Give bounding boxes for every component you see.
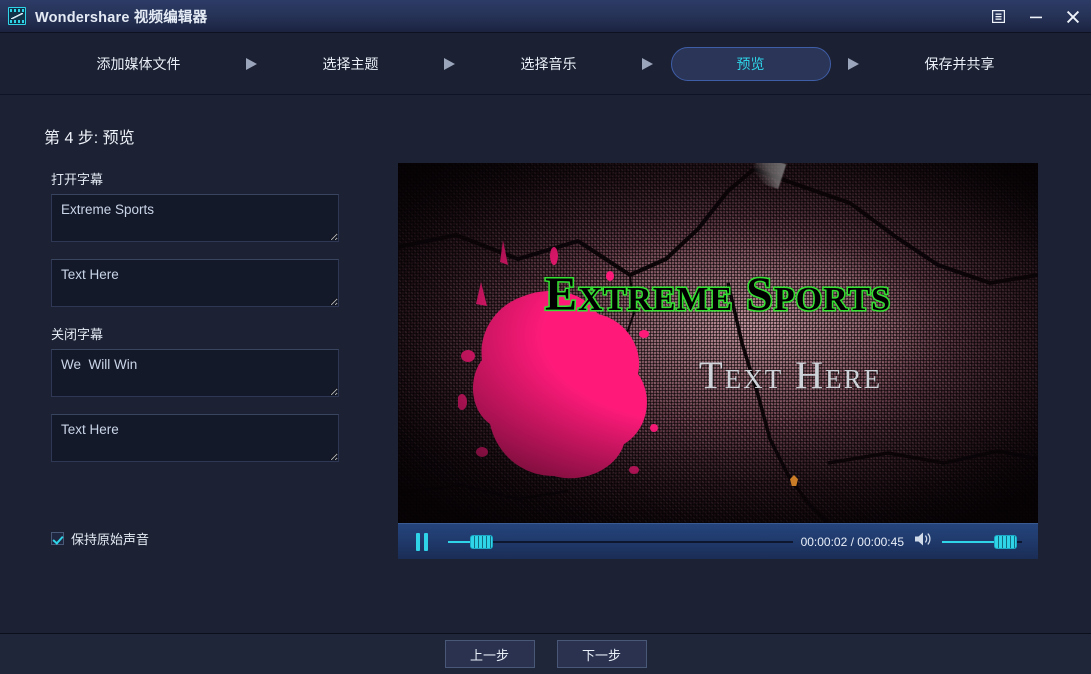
speaker-icon[interactable] xyxy=(913,531,939,552)
video-vignette xyxy=(398,163,1038,523)
video-preview[interactable]: Extreme Sports Text Here xyxy=(398,163,1038,523)
close-icon[interactable] xyxy=(1054,0,1091,33)
window-controls xyxy=(980,0,1091,33)
step-save-share[interactable]: 保存并共享 xyxy=(913,54,1007,74)
overlay-subtitle: Text Here xyxy=(698,354,883,397)
open-subtitle-line2-input[interactable] xyxy=(51,259,339,307)
step-navigation: 添加媒体文件 选择主题 选择音乐 预览 保存并共享 xyxy=(0,33,1091,95)
window-title: Wondershare 视频编辑器 xyxy=(35,9,208,26)
menu-icon[interactable] xyxy=(980,0,1017,33)
seek-fill xyxy=(448,540,470,543)
step-select-music[interactable]: 选择音乐 xyxy=(509,54,589,74)
overlay-title: Extreme Sports xyxy=(543,267,892,323)
keep-original-audio-checkbox[interactable]: 保持原始声音 xyxy=(51,529,149,548)
step-arrow-icon xyxy=(427,56,473,71)
step-select-theme[interactable]: 选择主题 xyxy=(311,54,391,74)
timecode-display: 00:00:02 / 00:00:45 xyxy=(800,534,904,549)
app-window: Wondershare 视频编辑器 添加媒体文件 选择主题 选择音乐 预览 保存… xyxy=(0,0,1091,674)
volume-handle[interactable] xyxy=(994,534,1017,549)
player-controls: 00:00:02 / 00:00:45 xyxy=(398,523,1038,559)
volume-slider[interactable] xyxy=(942,533,1022,551)
content-area: 第 4 步: 预览 打开字幕 关闭字幕 保持原始声音 xyxy=(0,95,1091,633)
open-subtitle-label: 打开字幕 xyxy=(51,172,104,187)
seek-slider[interactable] xyxy=(448,533,793,551)
next-step-button[interactable]: 下一步 xyxy=(556,640,647,668)
pause-icon[interactable] xyxy=(416,532,442,551)
filmstrip-icon xyxy=(8,7,26,25)
close-subtitle-line1-input[interactable] xyxy=(51,349,339,397)
minimize-icon[interactable] xyxy=(1017,0,1054,33)
checkbox-box[interactable] xyxy=(51,532,64,545)
step-arrow-icon xyxy=(831,56,877,71)
previous-step-button[interactable]: 上一步 xyxy=(444,640,535,668)
video-player: Extreme Sports Text Here 00:00:02 / 00:0… xyxy=(398,163,1038,657)
seek-handle[interactable] xyxy=(470,534,493,549)
title-bar: Wondershare 视频编辑器 xyxy=(0,0,1091,33)
footer-bar: 上一步 下一步 xyxy=(0,633,1091,674)
page-title: 第 4 步: 预览 xyxy=(44,130,135,147)
subtitle-panel: 打开字幕 关闭字幕 xyxy=(51,169,339,479)
keep-original-audio-label: 保持原始声音 xyxy=(71,532,150,547)
seek-track[interactable] xyxy=(448,540,793,543)
step-arrow-icon xyxy=(229,56,275,71)
step-preview[interactable]: 预览 xyxy=(670,46,831,81)
close-subtitle-line2-input[interactable] xyxy=(51,414,339,462)
step-add-media[interactable]: 添加媒体文件 xyxy=(85,54,193,74)
close-subtitle-label: 关闭字幕 xyxy=(51,327,104,342)
step-arrow-icon xyxy=(625,56,671,71)
open-subtitle-line1-input[interactable] xyxy=(51,194,339,242)
